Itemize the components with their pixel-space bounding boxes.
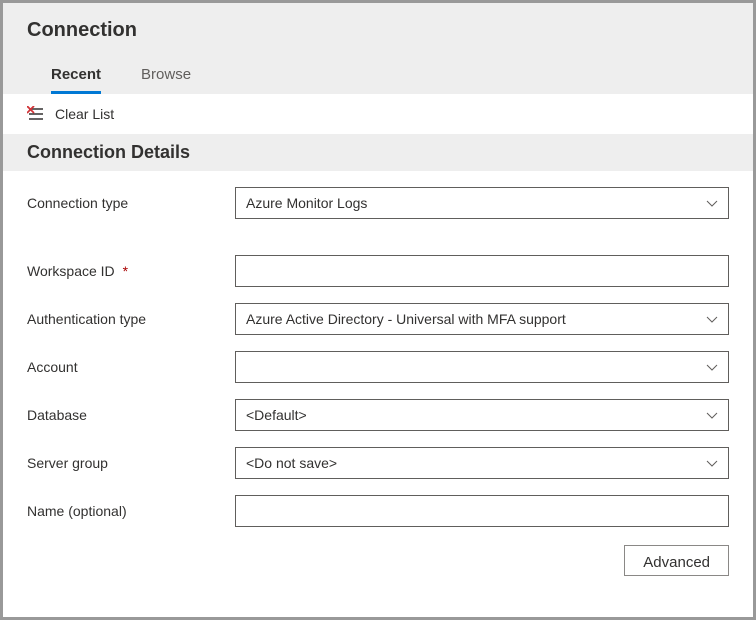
row-server-group: Server group <Do not save> <box>27 447 729 479</box>
input-name-wrapper <box>235 495 729 527</box>
advanced-button[interactable]: Advanced <box>624 545 729 576</box>
chevron-down-icon <box>706 409 718 421</box>
select-database[interactable]: <Default> <box>235 399 729 431</box>
label-authentication-type: Authentication type <box>27 311 235 327</box>
tab-recent[interactable]: Recent <box>51 66 101 94</box>
select-server-group[interactable]: <Do not save> <box>235 447 729 479</box>
chevron-down-icon <box>706 457 718 469</box>
section-title: Connection Details <box>27 142 729 163</box>
select-authentication-type[interactable]: Azure Active Directory - Universal with … <box>235 303 729 335</box>
tab-bar: Recent Browse <box>27 66 729 94</box>
select-connection-type[interactable]: Azure Monitor Logs <box>235 187 729 219</box>
chevron-down-icon <box>706 197 718 209</box>
section-header: Connection Details <box>3 134 753 171</box>
dialog-header: Connection Recent Browse <box>3 3 753 94</box>
label-workspace-id: Workspace ID * <box>27 263 235 279</box>
select-value: Azure Monitor Logs <box>246 195 706 211</box>
label-server-group: Server group <box>27 455 235 471</box>
required-indicator: * <box>123 263 128 279</box>
connection-form: Connection type Azure Monitor Logs Works… <box>3 171 753 527</box>
select-value: <Default> <box>246 407 706 423</box>
select-account[interactable] <box>235 351 729 383</box>
input-name[interactable] <box>246 496 718 526</box>
label-connection-type: Connection type <box>27 195 235 211</box>
toolbar: Clear List <box>3 94 753 134</box>
dialog-footer: Advanced <box>3 545 753 576</box>
label-account: Account <box>27 359 235 375</box>
chevron-down-icon <box>706 313 718 325</box>
tab-browse[interactable]: Browse <box>141 66 191 94</box>
row-name: Name (optional) <box>27 495 729 527</box>
select-value: <Do not save> <box>246 455 706 471</box>
row-account: Account <box>27 351 729 383</box>
row-authentication-type: Authentication type Azure Active Directo… <box>27 303 729 335</box>
select-value: Azure Active Directory - Universal with … <box>246 311 706 327</box>
clear-list-button[interactable]: Clear List <box>55 106 114 122</box>
dialog-title: Connection <box>27 19 729 42</box>
label-database: Database <box>27 407 235 423</box>
row-connection-type: Connection type Azure Monitor Logs <box>27 187 729 219</box>
chevron-down-icon <box>706 361 718 373</box>
input-workspace-id[interactable] <box>246 256 718 286</box>
row-database: Database <Default> <box>27 399 729 431</box>
connection-dialog: Connection Recent Browse Clear List Conn… <box>3 3 753 617</box>
row-workspace-id: Workspace ID * <box>27 255 729 287</box>
label-name: Name (optional) <box>27 503 235 519</box>
input-workspace-id-wrapper <box>235 255 729 287</box>
clear-list-icon <box>27 106 45 122</box>
